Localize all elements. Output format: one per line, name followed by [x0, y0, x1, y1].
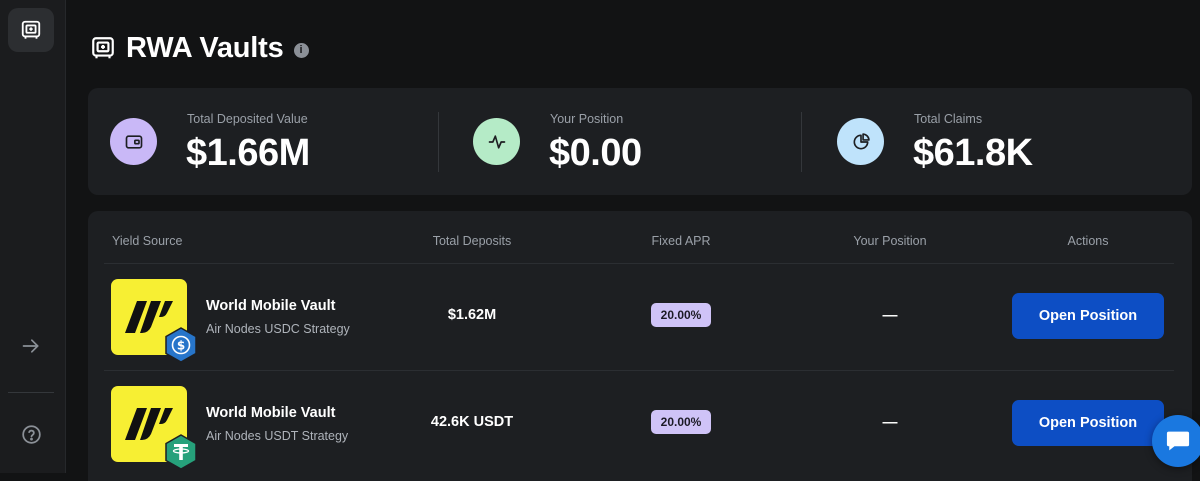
- chat-button[interactable]: [1152, 415, 1200, 467]
- apr-badge: 20.00%: [651, 303, 711, 327]
- stat-your-position: Your Position $0.00: [451, 88, 801, 195]
- vault-strategy: Air Nodes USDT Strategy: [206, 429, 349, 443]
- stat-label: Total Deposited Value: [187, 112, 308, 126]
- help-icon: [21, 424, 41, 444]
- total-deposits-value: 42.6K USDT: [430, 414, 514, 430]
- page-header: RWA Vaults i: [90, 30, 309, 66]
- stat-divider: [801, 112, 802, 172]
- vault-icon: [21, 20, 41, 39]
- open-position-button[interactable]: Open Position: [1012, 293, 1164, 339]
- table-row: $ World Mobile Vault Air Nodes USDC Stra…: [88, 263, 1192, 369]
- activity-icon: [488, 134, 505, 149]
- your-position-value: —: [882, 414, 898, 431]
- chat-icon: [1166, 431, 1190, 451]
- open-position-button[interactable]: Open Position: [1012, 400, 1164, 446]
- vaults-table: Yield Source Total Deposits Fixed APR Yo…: [88, 211, 1192, 481]
- svg-text:$: $: [177, 339, 185, 353]
- vault-icon: [92, 37, 114, 59]
- stat-label: Your Position: [550, 112, 624, 126]
- stats-card: Total Deposited Value $1.66M Your Positi…: [88, 88, 1192, 195]
- column-header-yield-source: Yield Source: [112, 234, 183, 248]
- page-title: RWA Vaults: [126, 31, 284, 64]
- column-header-total-deposits: Total Deposits: [432, 234, 512, 248]
- help-button[interactable]: [18, 422, 44, 446]
- sidebar: [0, 0, 66, 473]
- sidebar-divider: [8, 392, 54, 393]
- expand-sidebar-button[interactable]: [18, 334, 44, 358]
- stat-value: $61.8K: [913, 132, 1033, 174]
- wallet-icon: [125, 134, 142, 149]
- stat-label: Total Claims: [914, 112, 983, 126]
- column-header-actions: Actions: [1067, 234, 1109, 248]
- stat-value: $0.00: [549, 132, 642, 174]
- stat-value: $1.66M: [186, 132, 310, 174]
- stat-total-claims: Total Claims $61.8K: [815, 88, 1165, 195]
- column-header-your-position: Your Position: [853, 234, 927, 248]
- stat-icon-circle: [473, 118, 520, 165]
- usdc-icon: $: [165, 327, 197, 363]
- total-deposits-value: $1.62M: [447, 307, 497, 323]
- vault-name: World Mobile Vault: [206, 405, 336, 421]
- info-icon[interactable]: i: [293, 42, 309, 58]
- column-header-fixed-apr: Fixed APR: [651, 234, 711, 248]
- your-position-value: —: [882, 307, 898, 324]
- vault-name: World Mobile Vault: [206, 298, 336, 314]
- stat-total-deposited: Total Deposited Value $1.66M: [88, 88, 438, 195]
- table-row: World Mobile Vault Air Nodes USDT Strate…: [88, 370, 1192, 476]
- apr-badge: 20.00%: [651, 410, 711, 434]
- stat-icon-circle: [837, 118, 884, 165]
- vault-strategy: Air Nodes USDC Strategy: [206, 322, 350, 336]
- stat-icon-circle: [110, 118, 157, 165]
- pie-chart-icon: [853, 132, 870, 149]
- usdt-icon: [165, 434, 197, 470]
- stat-divider: [438, 112, 439, 172]
- sidebar-item-vaults[interactable]: [8, 8, 54, 52]
- arrow-right-icon: [22, 339, 39, 353]
